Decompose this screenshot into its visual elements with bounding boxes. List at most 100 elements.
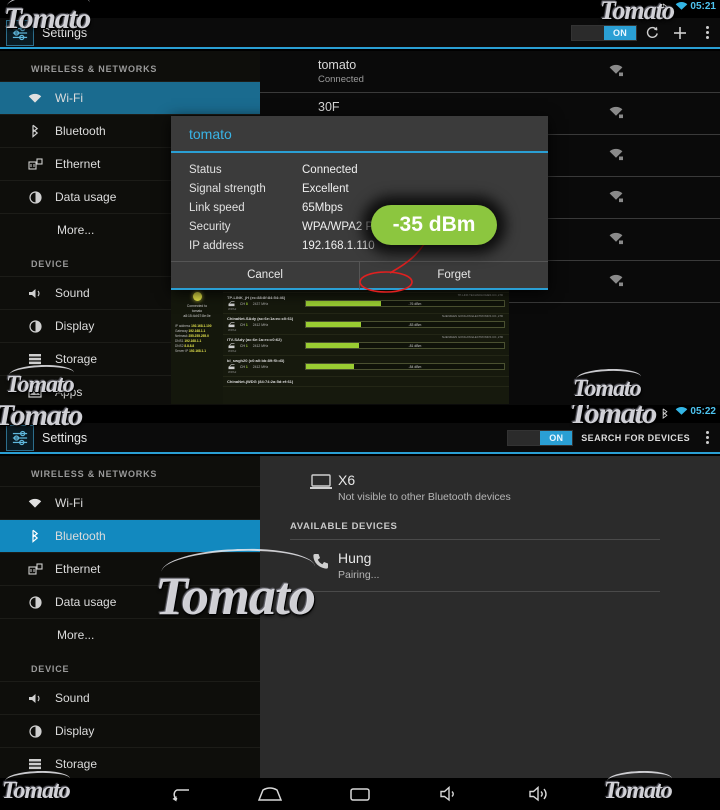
volume-down-button[interactable] xyxy=(435,783,465,805)
sidebar-item-label: Storage xyxy=(55,352,98,366)
status-icons-top: 05:21 xyxy=(660,1,716,14)
analyzer-row[interactable]: bl_swgh20 (c0:a0:bb:89:f0:d3) CH 1 2412 … xyxy=(223,356,509,377)
phone-icon xyxy=(304,550,338,570)
wifi-icon xyxy=(675,406,688,417)
dialog-value: 192.168.1.110 xyxy=(302,239,375,252)
data-usage-icon xyxy=(26,190,44,204)
info-key: DNS1 xyxy=(175,339,184,344)
info-value: 8.8.8.8 xyxy=(184,344,195,349)
sidebar-item-more[interactable]: More... xyxy=(0,618,260,651)
sidebar-item-display[interactable]: Display xyxy=(0,714,260,747)
display-icon xyxy=(26,319,44,333)
search-for-devices-button[interactable]: SEARCH FOR DEVICES xyxy=(581,433,690,443)
analyzer-row[interactable]: iTV-SAdy (ac:6e:1a:ec:c0:62) CH 1 2412 M… xyxy=(223,335,509,356)
back-button[interactable] xyxy=(165,783,195,805)
plus-icon[interactable] xyxy=(672,25,688,41)
sidebar-item-label: Data usage xyxy=(55,595,117,609)
wifi-signal-icon xyxy=(608,232,624,250)
cancel-button[interactable]: Cancel xyxy=(171,262,359,290)
sidebar-item-data-usage[interactable]: Data usage xyxy=(0,585,260,618)
analyzer-connection-info: Connected to tomato a8:15:4d:67:8e:0e IP… xyxy=(171,272,223,404)
info-value: 192.168.1.1 xyxy=(184,339,202,344)
analyzer-row[interactable]: ChinaNet-jWDG (84:74:2a:5d:ef:61) xyxy=(223,377,509,387)
overflow-menu-icon[interactable] xyxy=(700,431,714,444)
analyzer-freq: 2412 MHz xyxy=(252,365,269,369)
home-button[interactable] xyxy=(255,783,285,805)
overflow-menu-icon[interactable] xyxy=(700,26,714,39)
bluetooth-icon xyxy=(26,529,44,543)
bluetooth-toggle[interactable]: ON xyxy=(507,429,574,446)
dialog-title: tomato xyxy=(171,116,548,153)
sidebar-section-wireless: WIRELESS & NETWORKS xyxy=(31,64,158,74)
analyzer-signal-bar: -84 dBm xyxy=(305,363,505,370)
analyzer-channel: CH 1 xyxy=(240,323,248,327)
analyzer-ip-info: IP address 192.168.1.100 Gateway 192.168… xyxy=(171,324,223,354)
dialog-rows: Status Connected Signal strength Excelle… xyxy=(171,153,548,261)
sidebar-item-sound[interactable]: Sound xyxy=(0,681,260,714)
volume-up-button[interactable] xyxy=(525,783,555,805)
dialog-row: Signal strength Excellent xyxy=(171,179,548,198)
screen-root: 05:21 Settings ON WIRELESS & NETWORKS Wi… xyxy=(0,0,720,810)
sidebar-item-wifi[interactable]: Wi-Fi xyxy=(0,81,260,114)
info-value: 192.168.1.1 xyxy=(189,349,206,354)
recents-button[interactable] xyxy=(345,783,375,805)
status-clock: 05:22 xyxy=(690,406,716,417)
info-value: 192.168.1.1 xyxy=(188,329,206,334)
analyzer-bar-fill xyxy=(306,322,362,327)
bluetooth-content: X6 Not visible to other Bluetooth device… xyxy=(260,456,720,778)
sidebar-item-label: Wi-Fi xyxy=(55,91,83,105)
sidebar-item-storage[interactable]: Storage xyxy=(0,747,260,780)
ethernet-icon xyxy=(26,562,44,576)
wifi-icon xyxy=(26,93,44,104)
toggle-track-off xyxy=(508,430,541,445)
analyzer-row[interactable]: TP-LINK_jH (ec:88:8f:84:54:46) CH 8 2437… xyxy=(223,293,509,314)
analyzer-vendor: SHENZHEN GONGJIN ELECTRONICS CO.,LTD xyxy=(441,335,503,339)
ap-row[interactable]: tomato Connected xyxy=(260,51,720,93)
status-clock: 05:21 xyxy=(690,1,716,12)
dialog-key: Signal strength xyxy=(189,182,266,195)
wifi-toggle[interactable]: ON xyxy=(571,24,637,41)
sidebar-item-label: Data usage xyxy=(55,190,117,204)
analyzer-dbm: -76 dBm xyxy=(408,302,422,306)
action-bar-bottom: Settings ON SEARCH FOR DEVICES xyxy=(0,423,720,454)
ap-ssid: 30F xyxy=(318,100,340,114)
analyzer-security: WPA2 xyxy=(228,307,237,311)
connected-indicator-icon xyxy=(192,292,202,301)
analyzer-signal-bar: -83 dBm xyxy=(305,321,505,328)
info-key: Server IP xyxy=(175,349,189,354)
analyzer-row[interactable]: ChinaNet-SAdy (ac:6e:1a:ec:c0:61) CH 1 2… xyxy=(223,314,509,335)
dialog-value: Excellent xyxy=(302,182,349,195)
wifi-signal-icon xyxy=(608,148,624,166)
wifi-signal-icon xyxy=(608,274,624,292)
local-device-row[interactable]: X6 Not visible to other Bluetooth device… xyxy=(260,456,720,517)
analyzer-security: WPA2 xyxy=(228,349,237,353)
analyzer-dbm: -83 dBm xyxy=(408,323,422,327)
sidebar-item-label: More... xyxy=(57,223,95,237)
sidebar-item-ethernet[interactable]: Ethernet xyxy=(0,552,260,585)
app-title: Settings xyxy=(42,25,88,40)
analyzer-dbm: -81 dBm xyxy=(408,344,422,348)
analyzer-connected-bssid: a8:15:4d:67:8e:0e xyxy=(183,314,211,319)
settings-icon[interactable] xyxy=(6,424,34,451)
forget-button[interactable]: Forget xyxy=(359,262,548,290)
app-title: Settings xyxy=(42,430,88,445)
bluetooth-device-row[interactable]: Hung Pairing... xyxy=(290,539,660,592)
refresh-icon[interactable] xyxy=(645,25,660,40)
settings-sidebar-bottom: WIRELESS & NETWORKS Wi-Fi Bluetooth Ethe… xyxy=(0,456,260,804)
analyzer-channel: CH 1 xyxy=(240,365,248,369)
sidebar-item-bluetooth[interactable]: Bluetooth xyxy=(0,519,260,552)
info-key: DNS2 xyxy=(175,344,184,349)
storage-icon xyxy=(26,353,44,365)
bluetooth-settings-panel: 05:22 Settings ON SEARCH FOR DEVICES WIR… xyxy=(0,405,720,810)
device-status: Pairing... xyxy=(338,569,380,581)
settings-icon[interactable] xyxy=(6,19,34,46)
wifi-analyzer-overlay: Connected to tomato a8:15:4d:67:8e:0e IP… xyxy=(171,272,509,404)
analyzer-signal-bar: -76 dBm xyxy=(305,300,505,307)
sidebar-section-device: DEVICE xyxy=(31,664,70,674)
sound-icon xyxy=(26,287,44,300)
wifi-settings-panel: 05:21 Settings ON WIRELESS & NETWORKS Wi… xyxy=(0,0,720,405)
action-bar-top: Settings ON xyxy=(0,18,720,49)
bluetooth-icon xyxy=(660,1,672,14)
dialog-key: Security xyxy=(189,220,231,233)
sidebar-item-wifi[interactable]: Wi-Fi xyxy=(0,486,260,519)
